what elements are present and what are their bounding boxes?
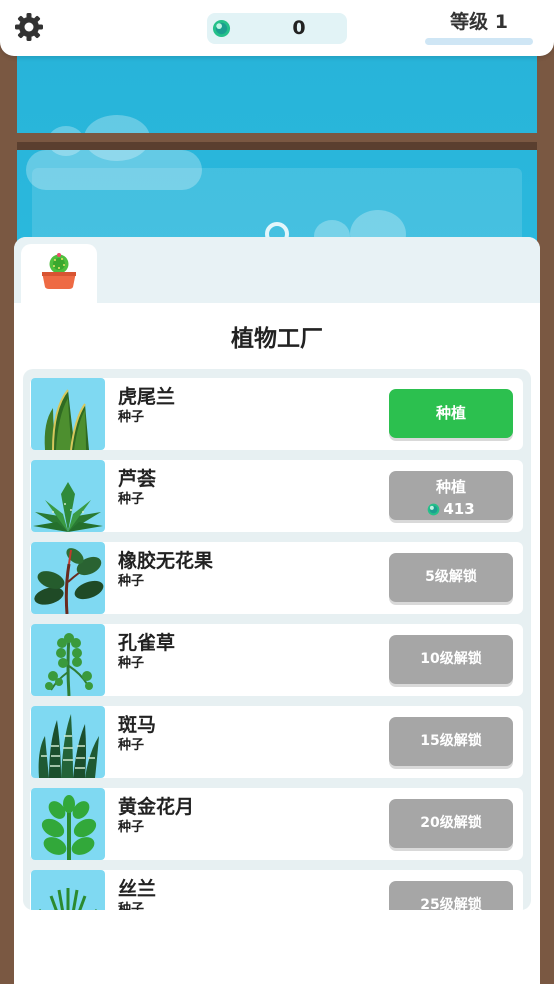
plant-name: 虎尾兰 xyxy=(118,386,176,408)
unlock-button[interactable]: 5级解锁 xyxy=(389,553,513,602)
plant-subtitle: 种子 xyxy=(118,820,145,835)
plant-factory-sheet: 植物工厂 虎尾兰 种子 种植 芦荟 种子 种植 413 橡胶无花果 种子 5级解… xyxy=(14,237,540,984)
list-item: 斑马 种子 15级解锁 xyxy=(30,706,523,778)
top-bar: 0 等级 1 xyxy=(0,0,554,56)
plant-subtitle: 种子 xyxy=(118,738,145,753)
zebra-plant-image xyxy=(31,706,105,778)
plant-name: 橡胶无花果 xyxy=(118,550,214,572)
tab-bar xyxy=(14,237,540,303)
plant-name: 芦荟 xyxy=(118,468,157,490)
unlock-button[interactable]: 10级解锁 xyxy=(389,635,513,684)
list-item: 孔雀草 种子 10级解锁 xyxy=(30,624,523,696)
unlock-button[interactable]: 15级解锁 xyxy=(389,717,513,766)
jade-plant-image xyxy=(31,788,105,860)
list-item: 芦荟 种子 种植 413 xyxy=(30,460,523,532)
cactus-pot-icon xyxy=(42,253,76,289)
list-item: 橡胶无花果 种子 5级解锁 xyxy=(30,542,523,614)
plant-subtitle: 种子 xyxy=(118,492,145,507)
plant-name: 孔雀草 xyxy=(118,632,176,654)
currency-display: 0 xyxy=(207,13,347,44)
plant-list[interactable]: 虎尾兰 种子 种植 芦荟 种子 种植 413 橡胶无花果 种子 5级解锁 孔雀草… xyxy=(23,369,531,910)
yucca-image xyxy=(31,870,105,910)
plant-subtitle: 种子 xyxy=(118,410,145,425)
aloe-image xyxy=(31,460,105,532)
unlock-button[interactable]: 20级解锁 xyxy=(389,799,513,848)
plant-button-label: 种植 xyxy=(435,478,466,496)
list-item: 黄金花月 种子 20级解锁 xyxy=(30,788,523,860)
list-item: 丝兰 种子 25级解锁 xyxy=(30,870,523,910)
rubber-fig-image xyxy=(31,542,105,614)
list-item: 虎尾兰 种子 种植 xyxy=(30,378,523,450)
gem-icon xyxy=(427,503,440,516)
plant-subtitle: 种子 xyxy=(118,656,145,671)
snake-plant-image xyxy=(31,378,105,450)
plant-subtitle: 种子 xyxy=(118,574,145,589)
unlock-button[interactable]: 25级解锁 xyxy=(389,881,513,910)
sheet-title: 植物工厂 xyxy=(231,326,323,352)
currency-count: 0 xyxy=(292,17,306,39)
level-progress-bar xyxy=(425,38,533,45)
level-label: 等级 1 xyxy=(450,11,508,33)
plant-button-cost[interactable]: 种植 413 xyxy=(389,471,513,520)
plant-cost: 413 xyxy=(443,500,475,518)
plant-button[interactable]: 种植 xyxy=(389,389,513,438)
gear-icon[interactable] xyxy=(14,12,44,42)
plant-subtitle: 种子 xyxy=(118,902,145,910)
window-sill xyxy=(17,133,537,142)
plant-name: 斑马 xyxy=(118,714,157,736)
peacock-plant-image xyxy=(31,624,105,696)
tab-plants[interactable] xyxy=(21,244,97,303)
plant-name: 黄金花月 xyxy=(118,796,195,818)
plant-name: 丝兰 xyxy=(118,878,157,900)
window-sill-shadow xyxy=(17,142,537,150)
